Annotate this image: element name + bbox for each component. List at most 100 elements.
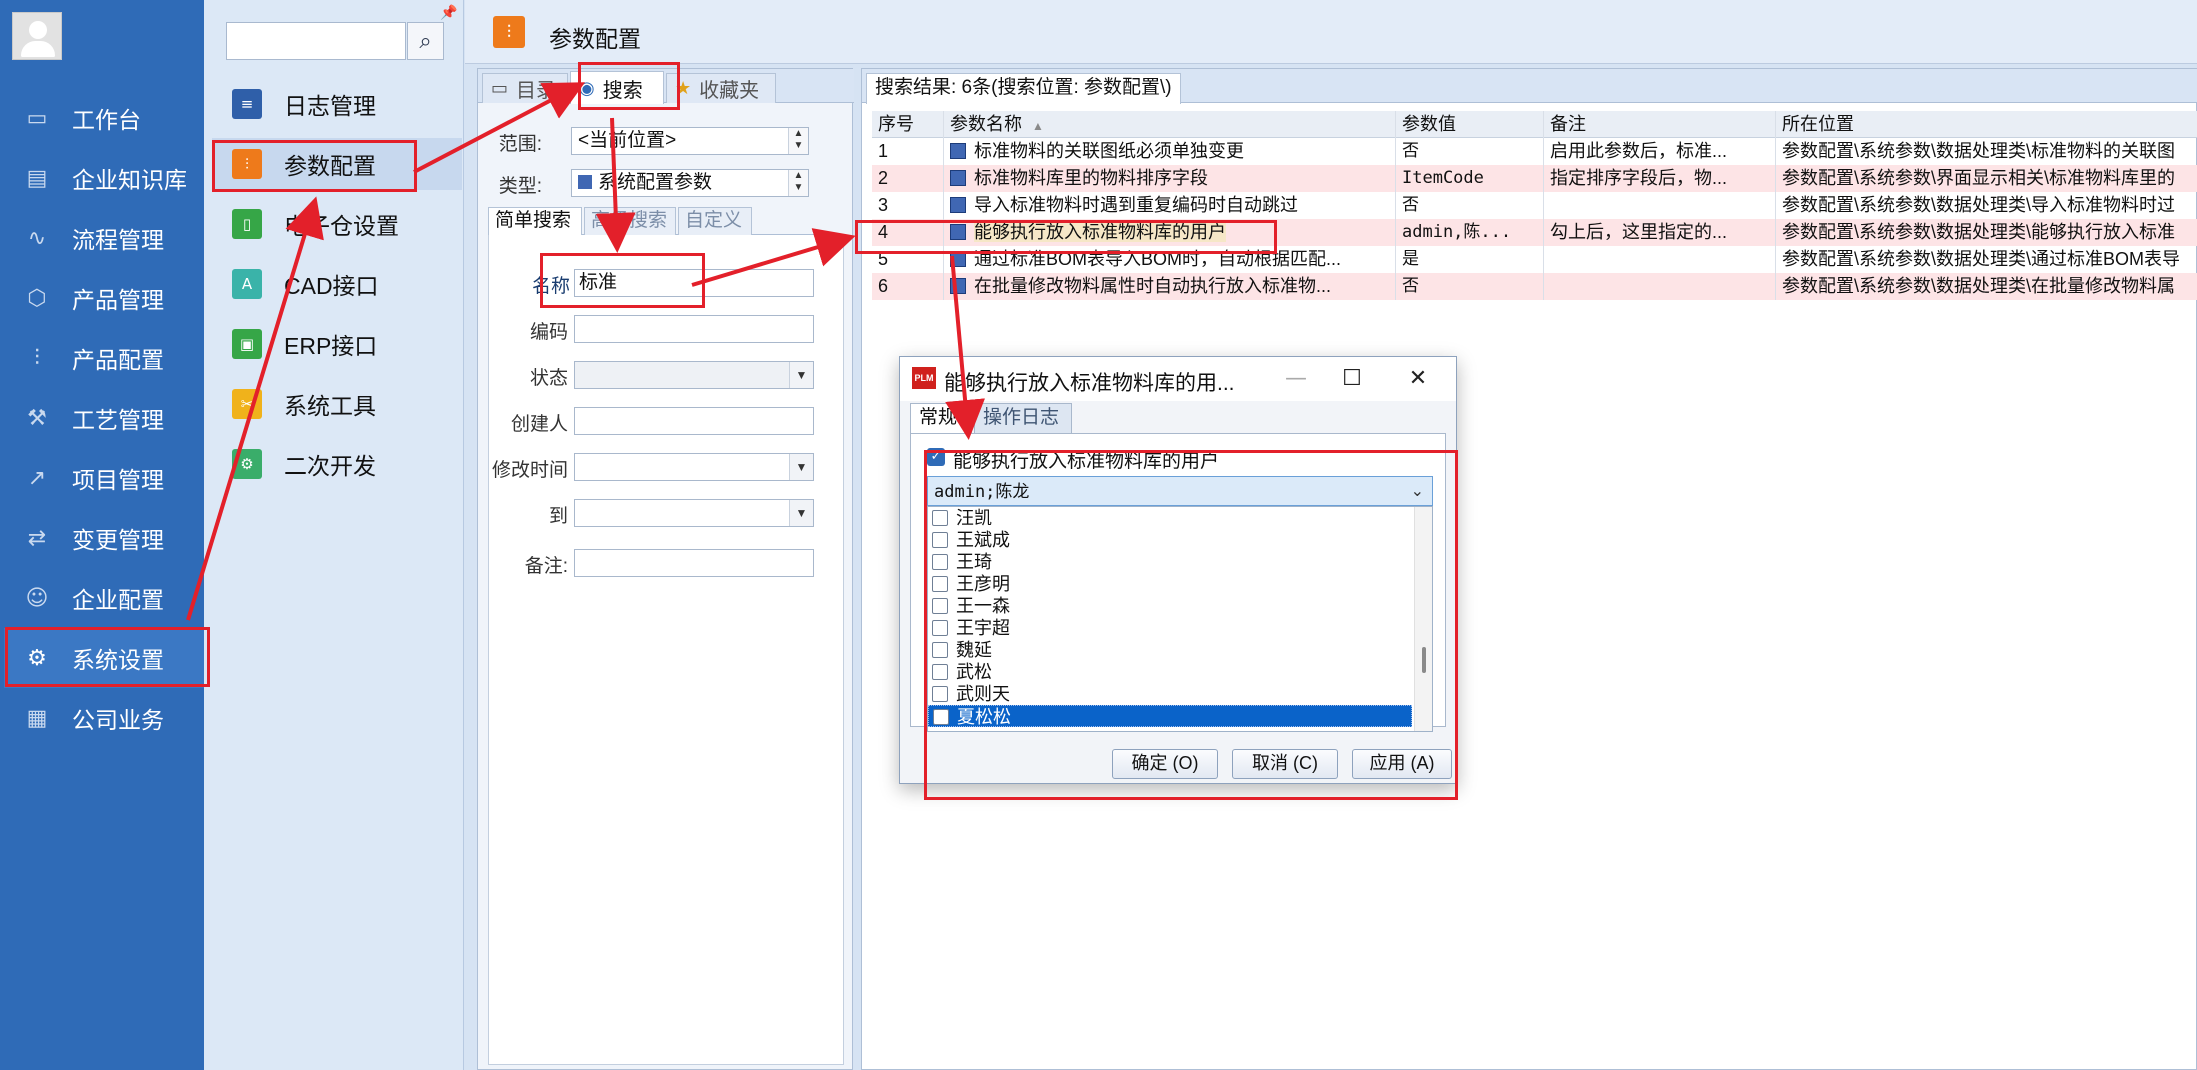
cell-location: 参数配置\系统参数\数据处理类\能够执行放入标准 <box>1782 222 2176 242</box>
cell-name: 在批量修改物料属性时自动执行放入标准物... <box>944 273 1396 300</box>
nav-item-workflow[interactable]: ∿ 流程管理 <box>4 208 204 268</box>
tab-general[interactable]: 常规 <box>910 403 972 433</box>
subnav-label: 电子仓设置 <box>284 213 399 239</box>
cell-value: 是 <box>1396 246 1544 273</box>
grid-header: 序号 参数名称 ▲ 参数值 备注 所在位置 <box>872 111 2197 138</box>
column-header-location[interactable]: 所在位置 <box>1776 111 2197 138</box>
cell-name-text: 标准物料库里的物料排序字段 <box>974 168 1208 188</box>
maximize-icon[interactable]: ☐ <box>1332 363 1372 395</box>
column-header-remark[interactable]: 备注 <box>1544 111 1776 138</box>
highlight-name-field <box>540 253 705 308</box>
highlight-system-settings <box>5 627 210 687</box>
cell-location: 参数配置\系统参数\数据处理类\标准物料的关联图 <box>1782 141 2176 161</box>
plm-logo-icon: PLM <box>912 367 936 389</box>
cell-remark: 勾上后，这里指定的... <box>1544 219 1776 246</box>
type-combo[interactable]: 系统配置参数 ▲ ▼ <box>571 169 809 197</box>
column-header-value[interactable]: 参数值 <box>1396 111 1544 138</box>
subnav-label: 日志管理 <box>284 93 376 119</box>
tablet-icon: ▯ <box>232 209 262 239</box>
search-panel: ▭ 目录 ◉ 搜索 ★ 收藏夹 范围: <当前位置> ▲ ▼ 类型: 系统配置参数 ▲ ▼ 简… <box>477 68 854 1070</box>
nav-item-workbench[interactable]: ▭ 工作台 <box>4 88 204 148</box>
monitor-icon: ▭ <box>491 78 509 99</box>
subnav-item-cad[interactable]: A CAD接口 <box>212 258 462 310</box>
chevron-down-icon[interactable]: ▼ <box>789 500 813 526</box>
spin-arrows-icon[interactable]: ▲ ▼ <box>788 128 808 154</box>
table-row[interactable]: 2 标准物料库里的物料排序字段 ItemCode 指定排序字段后，物... 参数… <box>872 165 2197 192</box>
nav-label: 变更管理 <box>72 527 164 553</box>
chevron-down-icon[interactable]: ▼ <box>789 454 813 480</box>
subnav-item-secondary-dev[interactable]: ⚙ 二次开发 <box>212 438 462 490</box>
code-label: 编码 <box>529 322 568 343</box>
cell-name: 标准物料的关联图纸必须单独变更 <box>944 138 1396 165</box>
status-dropdown[interactable]: ▼ <box>574 361 814 389</box>
user-avatar[interactable] <box>12 12 62 60</box>
monitor-icon: ▭ <box>26 105 48 131</box>
cell-name: 导入标准物料时遇到重复编码时自动跳过 <box>944 192 1396 219</box>
creator-label: 创建人 <box>510 414 568 435</box>
nav-item-products[interactable]: ⬡ 产品管理 <box>4 268 204 328</box>
sort-asc-icon: ▲ <box>1032 119 1044 133</box>
nav-label: 项目管理 <box>72 467 164 493</box>
change-icon: ⇄ <box>27 525 47 551</box>
tab-operation-log[interactable]: 操作日志 <box>974 403 1072 433</box>
flow-icon: ∿ <box>27 225 47 251</box>
cell-location: 参数配置\系统参数\数据处理类\导入标准物料时过 <box>1782 195 2176 215</box>
cell-value: admin,陈... <box>1396 219 1544 246</box>
table-row[interactable]: 6 在批量修改物料属性时自动执行放入标准物... 否 参数配置\系统参数\数据处… <box>872 273 2197 300</box>
dialog-titlebar[interactable]: PLM 能够执行放入标准物料库的用... — ☐ ✕ <box>900 357 1456 401</box>
cell-value: 否 <box>1396 138 1544 165</box>
nav-label: 工作台 <box>72 107 141 133</box>
table-row[interactable]: 1 标准物料的关联图纸必须单独变更 否 启用此参数后，标准... 参数配置\系统… <box>872 138 2197 165</box>
creator-input[interactable] <box>574 407 814 435</box>
subnav-label: 二次开发 <box>284 453 376 479</box>
cell-no: 2 <box>872 165 944 192</box>
chevron-down-icon[interactable]: ▼ <box>789 362 813 388</box>
tab-directory[interactable]: ▭ 目录 <box>482 73 568 103</box>
scope-combo[interactable]: <当前位置> ▲ ▼ <box>571 127 809 155</box>
code-input[interactable] <box>574 315 814 343</box>
table-row[interactable]: 3 导入标准物料时遇到重复编码时自动跳过 否 参数配置\系统参数\数据处理类\导… <box>872 192 2197 219</box>
subnav-label: CAD接口 <box>284 273 379 299</box>
subnav-item-system-tools[interactable]: ✂ 系统工具 <box>212 378 462 430</box>
nav-item-process[interactable]: ⚒ 工艺管理 <box>4 388 204 448</box>
nav-item-company-business[interactable]: ▦ 公司业务 <box>4 688 204 748</box>
users-icon: ☺ <box>25 585 49 611</box>
spin-arrows-icon[interactable]: ▲ ▼ <box>788 170 808 196</box>
tab-custom[interactable]: 自定义 <box>678 207 752 235</box>
tab-favorites[interactable]: ★ 收藏夹 <box>666 73 776 103</box>
subnav-item-erp[interactable]: ▣ ERP接口 <box>212 318 462 370</box>
remark-input[interactable] <box>574 549 814 577</box>
subnav-item-e-warehouse[interactable]: ▯ 电子仓设置 <box>212 198 462 250</box>
cell-remark: 指定排序字段后，物... <box>1544 165 1776 192</box>
nav-item-enterprise-config[interactable]: ☺ 企业配置 <box>4 568 204 628</box>
column-header-no[interactable]: 序号 <box>872 111 944 138</box>
scope-label: 范围: <box>498 134 542 155</box>
minimize-icon[interactable]: — <box>1276 363 1316 395</box>
sliders-icon: ⫶ <box>493 16 525 48</box>
cell-remark: 启用此参数后，标准... <box>1544 138 1776 165</box>
tab-label: 目录 <box>516 80 557 102</box>
tab-simple-search[interactable]: 简单搜索 <box>488 207 582 235</box>
subnav-search-input[interactable] <box>226 22 406 60</box>
cell-value: 否 <box>1396 273 1544 300</box>
tab-search-results[interactable]: 搜索结果: 6条(搜索位置: 参数配置\) <box>866 73 1181 104</box>
pin-icon[interactable]: 📌 <box>440 4 457 21</box>
nav-item-knowledge-base[interactable]: ▤ 企业知识库 <box>4 148 204 208</box>
nav-item-projects[interactable]: ↗ 项目管理 <box>4 448 204 508</box>
column-header-name[interactable]: 参数名称 ▲ <box>944 111 1396 138</box>
subnav-item-log[interactable]: ≡ 日志管理 <box>212 78 462 130</box>
cell-no: 6 <box>872 273 944 300</box>
nav-item-change[interactable]: ⇄ 变更管理 <box>4 508 204 568</box>
modified-to-picker[interactable]: ▼ <box>574 499 814 527</box>
cad-icon: A <box>232 269 262 299</box>
modified-from-picker[interactable]: ▼ <box>574 453 814 481</box>
type-value: 系统配置参数 <box>598 172 713 193</box>
search-icon[interactable]: ⌕ <box>407 22 444 60</box>
cell-location: 参数配置\系统参数\界面显示相关\标准物料库里的 <box>1782 168 2176 188</box>
tab-advanced-search[interactable]: 高级搜索 <box>584 207 676 235</box>
remark-label: 备注: <box>524 556 568 577</box>
close-icon[interactable]: ✕ <box>1398 363 1438 395</box>
nav-item-product-config[interactable]: ⫶ 产品配置 <box>4 328 204 388</box>
page-title: 参数配置 <box>549 26 641 52</box>
status-label: 状态 <box>529 368 568 389</box>
